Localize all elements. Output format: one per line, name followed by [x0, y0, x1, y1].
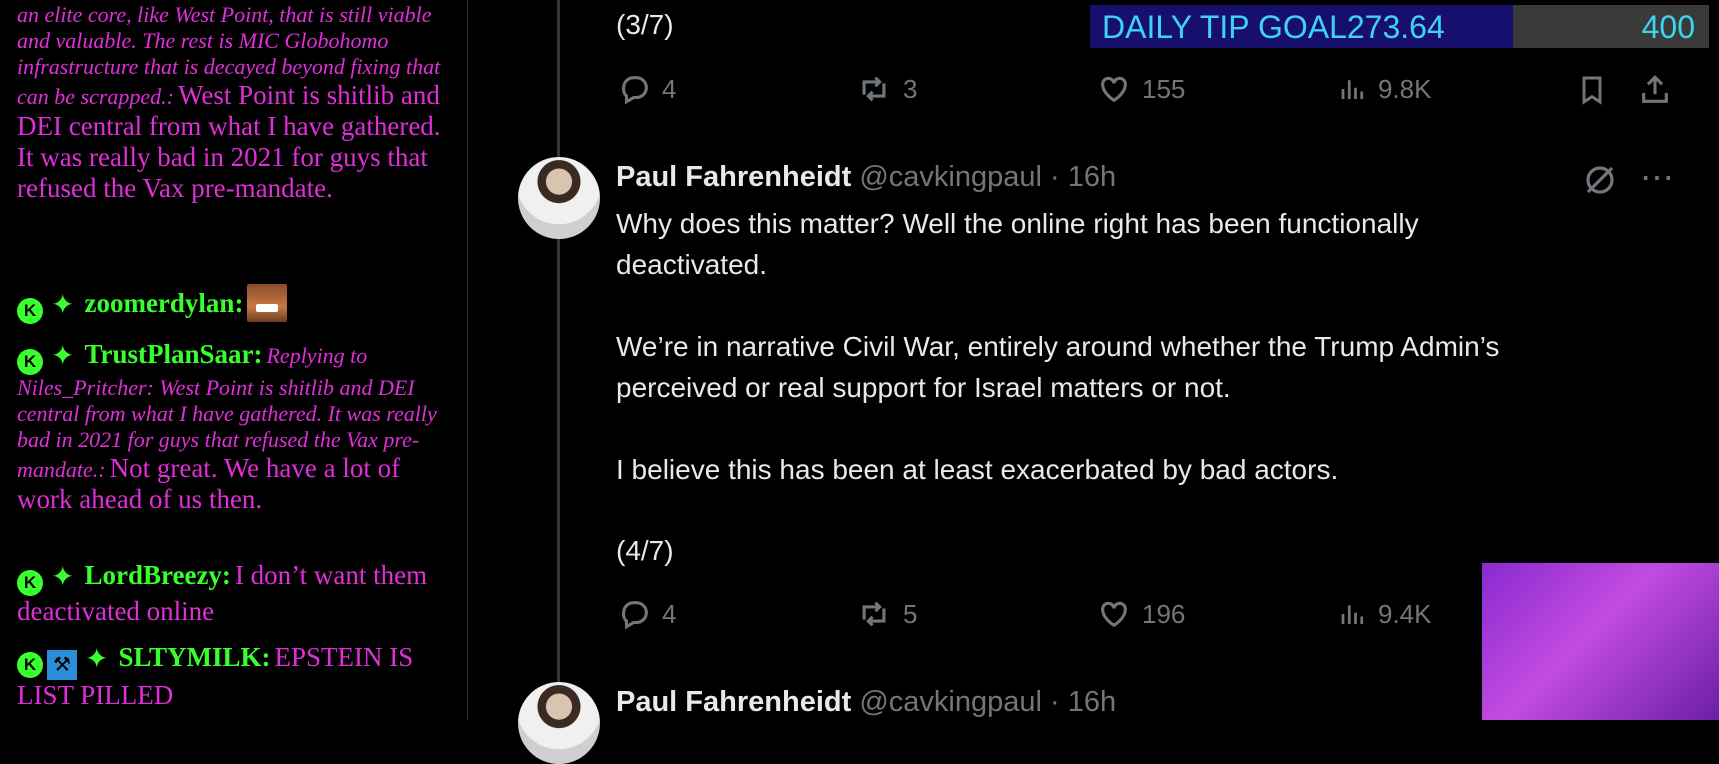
sparkle-icon: ✦ [51, 562, 75, 593]
chat-username[interactable]: LordBreezy: [84, 560, 230, 590]
kick-badge-icon: K [17, 298, 43, 324]
reply-button[interactable]: 4 [618, 597, 676, 631]
tip-goal-label: DAILY TIP GOAL273.64 [1102, 9, 1445, 45]
webcam-overlay [1482, 563, 1719, 720]
tweet-text: We’re in narrative Civil War, entirely a… [616, 331, 1500, 362]
like-icon [1101, 601, 1127, 628]
more-icon: ⋯ [1640, 159, 1674, 197]
chat-username[interactable]: SLTYMILK: [118, 642, 270, 672]
chat-message: K ⚒ ✦ SLTYMILK: EPSTEIN IS LIST PILLED [17, 642, 447, 711]
tweet-text: (4/7) [616, 535, 674, 566]
chat-message: K ✦ TrustPlanSaar: Replying to Niles_Pri… [17, 339, 447, 515]
reply-count: 4 [662, 73, 677, 104]
chat-username[interactable]: zoomerdylan: [84, 288, 243, 318]
kick-badge-icon: K [17, 652, 43, 678]
author-handle[interactable]: @cavkingpaul · 16h [859, 686, 1116, 718]
repost-icon [862, 601, 886, 627]
tweet-author[interactable]: Paul Fahrenheidt @cavkingpaul · 16h [616, 161, 1116, 194]
author-handle[interactable]: @cavkingpaul · 16h [859, 161, 1116, 193]
views-count: 9.4K [1378, 598, 1432, 629]
like-button[interactable]: 155 [1096, 72, 1185, 106]
like-button[interactable]: 196 [1096, 597, 1185, 631]
views-button[interactable]: 9.8K [1338, 72, 1432, 106]
moderator-hammer-icon: ⚒ [47, 650, 77, 680]
author-name[interactable]: Paul Fahrenheidt [616, 161, 851, 193]
bookmark-button[interactable] [1576, 72, 1608, 108]
tweet-text: deactivated. [616, 249, 767, 280]
views-count: 9.8K [1378, 73, 1432, 104]
views-icon [1341, 605, 1364, 624]
emote-icon [247, 284, 288, 322]
tip-goal-bar: DAILY TIP GOAL273.64 400 [1090, 5, 1709, 48]
reply-icon [622, 601, 648, 630]
like-icon [1101, 76, 1127, 103]
avatar[interactable] [518, 157, 600, 239]
share-icon [1642, 75, 1668, 103]
sparkle-icon: ✦ [85, 644, 109, 675]
repost-count: 5 [903, 598, 918, 629]
kick-badge-icon: K [17, 349, 43, 375]
share-button[interactable] [1638, 72, 1672, 108]
reply-icon [622, 76, 648, 105]
repost-count: 3 [903, 73, 918, 104]
tip-goal-target: 400 [1641, 9, 1695, 45]
bookmark-icon [1582, 76, 1602, 105]
grok-icon [1586, 166, 1614, 194]
chat-panel: an elite core, like West Point, that is … [0, 0, 458, 720]
sparkle-icon: ✦ [51, 341, 75, 372]
repost-button[interactable]: 3 [855, 72, 917, 106]
avatar[interactable] [518, 682, 600, 764]
views-icon [1341, 80, 1364, 99]
reply-count: 4 [662, 598, 677, 629]
tweet-text: perceived or real support for Israel mat… [616, 372, 1231, 403]
tweet-text: (3/7) [616, 9, 674, 40]
tweet-author[interactable]: Paul Fahrenheidt @cavkingpaul · 16h [616, 686, 1116, 719]
like-count: 196 [1142, 598, 1186, 629]
tweet-text: Why does this matter? Well the online ri… [616, 208, 1419, 239]
repost-button[interactable]: 5 [855, 597, 917, 631]
chat-message: K ✦ LordBreezy: I don’t want them deacti… [17, 560, 447, 627]
like-count: 155 [1142, 73, 1186, 104]
tweet-text: I believe this has been at least exacerb… [616, 454, 1339, 485]
reply-button[interactable]: 4 [618, 72, 676, 106]
thread-connector-line [557, 0, 560, 720]
grok-button[interactable] [1582, 162, 1618, 198]
panel-divider [467, 0, 468, 720]
more-button[interactable]: ⋯ [1640, 158, 1674, 198]
repost-icon [862, 76, 886, 102]
chat-message: K ✦ zoomerdylan: [17, 284, 447, 324]
author-name[interactable]: Paul Fahrenheidt [616, 686, 851, 718]
chat-message: an elite core, like West Point, that is … [17, 2, 447, 204]
sparkle-icon: ✦ [51, 290, 75, 321]
kick-badge-icon: K [17, 570, 43, 596]
chat-username[interactable]: TrustPlanSaar: [84, 339, 262, 369]
views-button[interactable]: 9.4K [1338, 597, 1432, 631]
